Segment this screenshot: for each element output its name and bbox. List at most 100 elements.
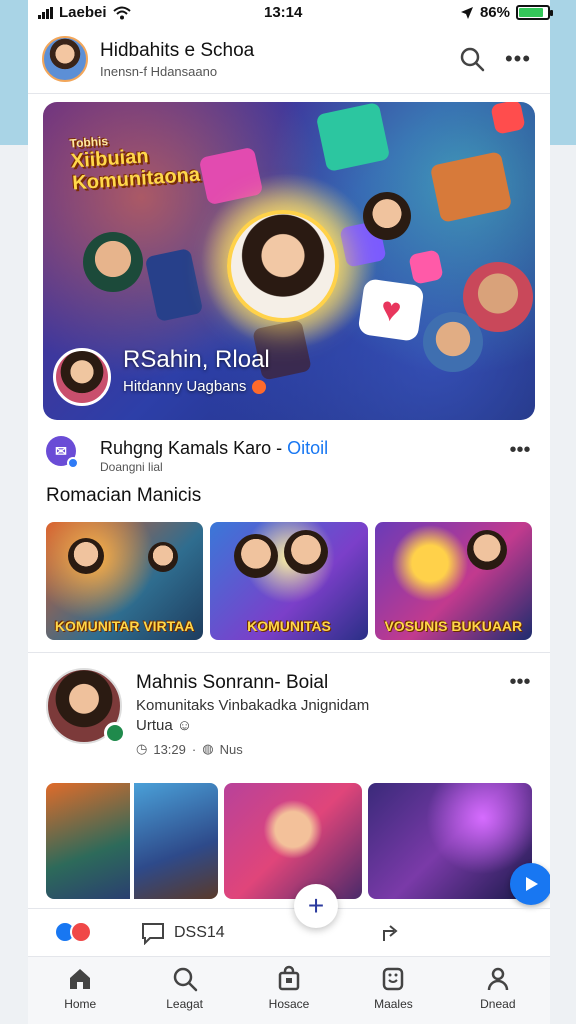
hero-subtitle-row: Hitdanny Uagbans: [123, 378, 267, 395]
nav-item-shop[interactable]: Hosace: [237, 957, 341, 1024]
post-author-name[interactable]: Mahnis Sonrann- Boial: [136, 672, 328, 694]
page-header: Hidbahits e Schoa Inensn-f Hdansaano •••: [28, 26, 550, 94]
badge-icon: [67, 457, 79, 469]
nav-item-messages[interactable]: Maales: [341, 957, 445, 1024]
media-caption: VOSUNIS BUKUAAR: [384, 618, 523, 634]
media-card[interactable]: KOMUNITAR VIRTAA: [46, 522, 204, 640]
more-icon: •••: [509, 438, 531, 461]
signal-icon: [38, 6, 53, 19]
community-logo: Tobhis Xiibuian Komunitaona: [69, 126, 233, 195]
bag-icon: [278, 965, 300, 991]
post-meta: ◷ 13:29 · ◍ Nus: [136, 741, 243, 757]
nav-label: Hosace: [268, 997, 310, 1011]
nav-item-profile[interactable]: Dnead: [446, 957, 550, 1024]
heart-icon: ♥: [357, 278, 425, 342]
media-caption: KOMUNITAR VIRTAA: [54, 618, 195, 634]
person-image: [466, 530, 507, 570]
separator-dot: ·: [191, 741, 197, 757]
post-body-line: Urtua: [136, 716, 173, 734]
section-label: Romacian Manicis: [46, 485, 202, 506]
search-icon: [460, 47, 485, 72]
nav-label: Leagat: [166, 997, 203, 1011]
play-button[interactable]: [510, 863, 550, 905]
battery-icon: [516, 5, 553, 20]
decorative-tile: [315, 102, 391, 173]
media-card[interactable]: KOMUNITAS: [210, 522, 368, 640]
location-arrow-icon: [460, 6, 473, 19]
plus-icon: +: [307, 890, 325, 921]
hero-banner[interactable]: Tobhis Xiibuian Komunitaona ♥ RSahin, Rl…: [43, 102, 535, 420]
person-image: [284, 530, 329, 574]
reaction-bar: DSS14: [28, 908, 550, 956]
post-body-line: Komunitaks Vinbakadka Jnignidam: [136, 697, 370, 714]
status-bar: Laebei 13:14 86%: [0, 0, 576, 26]
post-body-line-row: Urtua ☺: [136, 716, 436, 736]
divider: [28, 652, 550, 653]
clock-time: 13:14: [264, 4, 303, 21]
media-card[interactable]: VOSUNIS BUKUAAR: [374, 522, 532, 640]
reaction-icons[interactable]: [54, 921, 92, 943]
person-image: [234, 534, 279, 578]
photo-grid: [46, 783, 532, 899]
nav-label: Maales: [374, 997, 413, 1011]
wifi-icon: [112, 6, 131, 19]
add-button[interactable]: +: [294, 884, 338, 928]
nav-label: Dnead: [480, 997, 516, 1011]
page-subtitle: Inensn-f Hdansaano: [100, 64, 218, 79]
photo-tile[interactable]: [134, 783, 218, 899]
comment-icon: [142, 923, 164, 945]
status-dot-icon: [252, 379, 267, 394]
person-image: [148, 542, 178, 572]
share-button[interactable]: [380, 921, 404, 950]
photo-tile[interactable]: [46, 783, 130, 899]
message-icon: [383, 967, 404, 991]
decorative-tile: [429, 151, 513, 223]
post-more-button[interactable]: •••: [504, 434, 536, 466]
search-icon: [173, 967, 197, 992]
bottom-navigation: Home Leagat Hosace Maales Dnead: [28, 956, 550, 1024]
person-image: [68, 538, 104, 574]
profile-avatar[interactable]: [42, 36, 88, 82]
chat-icon: ✉: [55, 442, 67, 459]
post-visibility: Nus: [219, 741, 243, 757]
post-body: Komunitaks Vinbakadka Jnignidam Urtua ☺: [136, 696, 436, 735]
hero-avatar[interactable]: [53, 348, 111, 406]
post-meta: Doangni lial: [100, 460, 163, 474]
character-figure: [363, 192, 411, 240]
decorative-tile: [144, 247, 204, 323]
search-button[interactable]: [456, 43, 488, 75]
comment-button[interactable]: DSS14: [140, 921, 225, 945]
nav-item-search[interactable]: Leagat: [132, 957, 236, 1024]
photo-tile[interactable]: [368, 783, 532, 899]
globe-icon: ◍: [202, 741, 214, 756]
decorative-tile: [490, 102, 526, 135]
play-icon: [526, 877, 538, 891]
app-screen: Hidbahits e Schoa Inensn-f Hdansaano •••…: [28, 0, 550, 1024]
featured-profile-image: [227, 210, 339, 322]
post-author[interactable]: Ruhgng Kamals Karo - Oitoil: [100, 438, 328, 459]
home-icon: [70, 969, 91, 989]
love-icon: [70, 921, 92, 943]
post-time: 13:29: [153, 741, 186, 757]
comment-count: DSS14: [174, 924, 225, 941]
profile-icon: [487, 967, 509, 991]
battery-percent: 86%: [479, 4, 510, 21]
smile-emoji-icon: ☺: [176, 716, 193, 734]
photo-tile[interactable]: [224, 783, 362, 899]
character-figure: [423, 312, 483, 372]
hero-name: RSahin, Rloal: [123, 346, 270, 373]
group-icon[interactable]: ✉: [46, 436, 79, 469]
carrier-area: Laebei: [38, 4, 131, 21]
character-figure: [83, 232, 143, 292]
post-more-button[interactable]: •••: [504, 666, 536, 698]
carrier-name: Laebei: [59, 4, 107, 21]
more-icon: •••: [509, 670, 531, 693]
post-author-name: Ruhgng Kamals Karo -: [100, 438, 283, 458]
share-icon: [383, 925, 398, 941]
status-right: 86%: [460, 4, 553, 21]
more-options-button[interactable]: •••: [502, 43, 534, 75]
photo-pair: [46, 783, 218, 899]
decorative-tile: [408, 249, 444, 285]
post-author-tag[interactable]: Oitoil: [287, 438, 328, 458]
nav-item-home[interactable]: Home: [28, 957, 132, 1024]
